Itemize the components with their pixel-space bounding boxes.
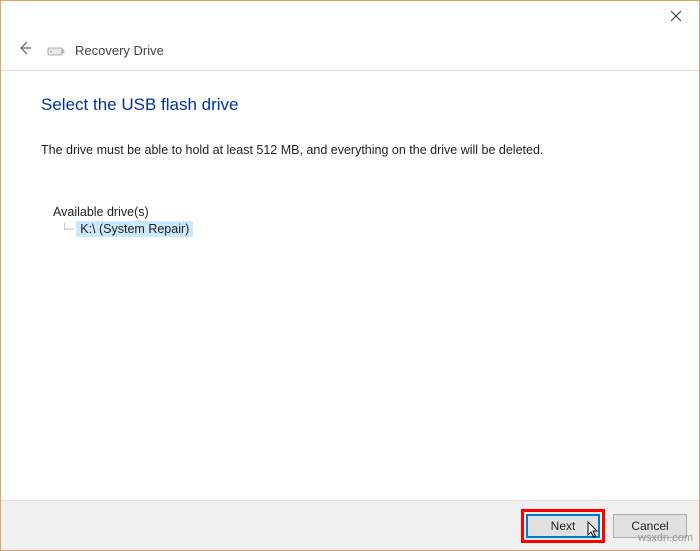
wizard-header: Recovery Drive <box>1 31 699 71</box>
wizard-title: Recovery Drive <box>75 43 164 58</box>
wizard-footer: Next Cancel <box>1 500 699 550</box>
back-button[interactable] <box>13 40 37 61</box>
close-icon <box>671 8 681 24</box>
tree-connector-icon: └─ <box>61 223 74 236</box>
cursor-icon <box>587 521 601 542</box>
content-area: Select the USB flash drive The drive mus… <box>1 71 699 237</box>
drive-tree-row: └─ K:\ (System Repair) <box>61 221 659 237</box>
highlight-annotation: Next <box>521 509 605 543</box>
next-button[interactable]: Next <box>526 514 600 538</box>
titlebar <box>1 1 699 31</box>
page-heading: Select the USB flash drive <box>41 95 659 115</box>
next-button-label: Next <box>551 519 576 533</box>
available-drives-label: Available drive(s) <box>53 205 659 219</box>
drives-section: Available drive(s) └─ K:\ (System Repair… <box>41 205 659 237</box>
page-instruction: The drive must be able to hold at least … <box>41 143 659 157</box>
cancel-button-label: Cancel <box>631 519 668 533</box>
drive-item-k[interactable]: K:\ (System Repair) <box>76 221 193 237</box>
watermark-text: wsxdn.com <box>638 532 693 544</box>
close-button[interactable] <box>653 1 699 31</box>
recovery-drive-icon <box>47 45 65 57</box>
